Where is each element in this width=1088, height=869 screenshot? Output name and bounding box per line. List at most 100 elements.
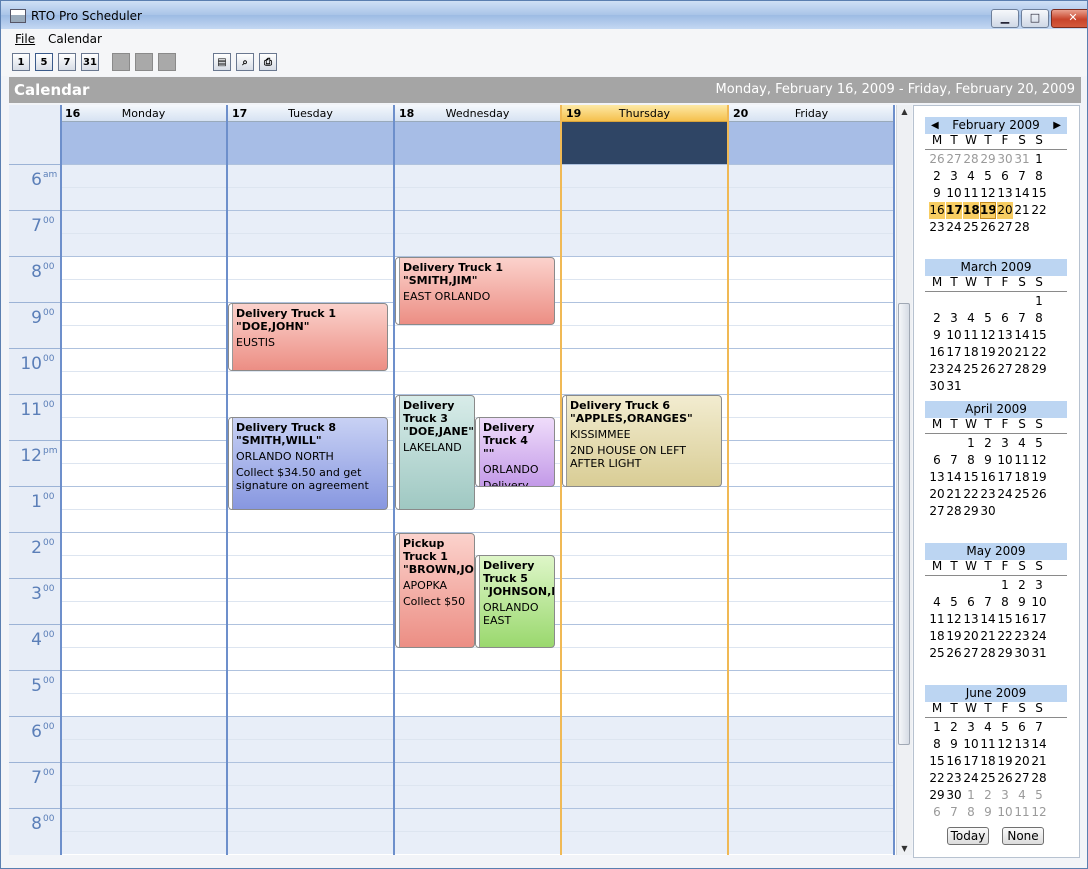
mini-day[interactable]: 17 [946,202,963,219]
today-button[interactable]: Today [947,827,989,845]
mini-day[interactable]: 29 [1031,361,1047,378]
mini-day[interactable]: 3 [997,435,1013,452]
appointment[interactable]: Delivery Truck 6 "APPLES,ORANGES" KISSIMME… [562,395,722,487]
mini-day[interactable]: 2 [929,310,945,327]
mini-day[interactable]: 13 [997,327,1013,344]
mini-day-other-month[interactable]: 8 [963,804,979,821]
mini-day[interactable]: 23 [980,486,996,503]
mini-day[interactable]: 11 [929,611,945,628]
mini-day[interactable]: 11 [1014,452,1030,469]
mini-day[interactable]: 5 [980,168,996,185]
mini-day[interactable]: 27 [997,361,1013,378]
day-header-tuesday[interactable]: 17 Tuesday [228,105,393,122]
mini-day[interactable]: 20 [929,486,945,503]
mini-day[interactable]: 22 [929,770,945,787]
mini-day[interactable]: 1 [997,577,1013,594]
mini-day[interactable]: 14 [1031,736,1047,753]
menu-file[interactable]: File [15,32,35,46]
mini-day[interactable]: 25 [963,361,979,378]
mini-day-other-month[interactable]: 1 [963,787,979,804]
mini-day[interactable]: 27 [929,503,945,520]
mini-day[interactable]: 30 [980,503,996,520]
mini-day[interactable]: 21 [1031,753,1047,770]
mini-day[interactable]: 14 [946,469,962,486]
mini-day[interactable]: 24 [1031,628,1047,645]
mini-day[interactable]: 24 [997,486,1013,503]
page-setup-icon[interactable]: ▤ [213,53,231,71]
mini-day[interactable]: 4 [980,719,996,736]
mini-day[interactable]: 18 [1014,469,1030,486]
appointment[interactable]: Delivery Truck 1 "SMITH,JIM" EAST ORLANDO [395,257,555,325]
appointment[interactable]: Delivery Truck 4 "" ORLANDO Delivery [475,417,555,487]
mini-day[interactable]: 22 [1031,202,1047,219]
mini-day[interactable]: 23 [929,219,945,236]
mini-day[interactable]: 2 [1014,577,1030,594]
mini-day[interactable]: 1 [963,435,979,452]
appointment[interactable]: Delivery Truck 3 "DOE,JANE" LAKELAND [395,395,475,510]
mini-day[interactable]: 3 [946,310,962,327]
mini-day[interactable]: 7 [1031,719,1047,736]
mini-day[interactable]: 8 [929,736,945,753]
mini-day[interactable]: 26 [997,770,1013,787]
mini-day-other-month[interactable]: 4 [1014,787,1030,804]
mini-day[interactable]: 15 [929,753,945,770]
day-header-friday[interactable]: 20 Friday [729,105,894,122]
mini-day-other-month[interactable]: 2 [980,787,996,804]
mini-day[interactable]: 21 [1014,202,1030,219]
mini-day[interactable]: 28 [1031,770,1047,787]
mini-day[interactable]: 26 [980,219,996,236]
mini-day-other-month[interactable]: 7 [946,804,962,821]
scroll-up-arrow[interactable]: ▲ [897,107,912,116]
mini-day[interactable]: 20 [963,628,979,645]
mini-day[interactable]: 22 [1031,344,1047,361]
mini-day[interactable]: 10 [946,327,962,344]
mini-day[interactable]: 8 [997,594,1013,611]
mini-day[interactable]: 22 [997,628,1013,645]
mini-day[interactable]: 18 [963,202,980,219]
mini-day[interactable]: 15 [1031,185,1047,202]
mini-day[interactable]: 10 [963,736,979,753]
copy-icon[interactable] [135,53,153,71]
print-icon[interactable]: ⎙ [259,53,277,71]
mini-day[interactable]: 6 [963,594,979,611]
day-header-wednesday[interactable]: 18 Wednesday [395,105,560,122]
mini-day[interactable]: 1 [929,719,945,736]
menu-calendar[interactable]: Calendar [48,32,102,46]
next-month-arrow[interactable]: ▶ [1053,117,1061,134]
mini-day[interactable]: 16 [946,753,962,770]
mini-day[interactable]: 30 [946,787,962,804]
new-appointment-icon[interactable] [112,53,130,71]
mini-day[interactable]: 20 [1014,753,1030,770]
mini-day[interactable]: 18 [929,628,945,645]
close-button[interactable]: ✕ [1051,9,1087,28]
mini-day[interactable]: 24 [946,361,962,378]
mini-day-other-month[interactable]: 9 [980,804,996,821]
workweek-view-button[interactable]: 5 [35,53,53,71]
mini-day[interactable]: 31 [1031,645,1047,662]
mini-day[interactable]: 27 [1014,770,1030,787]
mini-day[interactable]: 28 [980,645,996,662]
mini-day[interactable]: 26 [980,361,996,378]
appointment[interactable]: Delivery Truck 1 "DOE,JOHN" EUSTIS [228,303,388,371]
mini-day[interactable]: 22 [963,486,979,503]
mini-day[interactable]: 2 [929,168,945,185]
mini-day[interactable]: 17 [963,753,979,770]
mini-day[interactable]: 4 [963,310,979,327]
appointment[interactable]: Delivery Truck 8 "SMITH,WILL" ORLANDO NORT… [228,417,388,510]
mini-day[interactable]: 17 [946,344,962,361]
mini-day[interactable]: 15 [1031,327,1047,344]
mini-day[interactable]: 4 [963,168,979,185]
mini-day[interactable]: 29 [929,787,945,804]
mini-day-other-month[interactable]: 11 [1014,804,1030,821]
mini-day[interactable]: 31 [946,378,962,395]
mini-day[interactable]: 13 [1014,736,1030,753]
mini-day[interactable]: 12 [980,185,996,202]
mini-day[interactable]: 15 [997,611,1013,628]
mini-day[interactable]: 6 [1014,719,1030,736]
mini-day[interactable]: 16 [929,344,945,361]
week-grid[interactable]: 6 am 7 00 8 00 9 00 10 00 11 00 12 pm 1 00 2 00 3 00 4 00 5 00 6… [9,105,896,855]
mini-day[interactable]: 25 [980,770,996,787]
mini-day[interactable]: 20 [997,344,1013,361]
mini-day-other-month[interactable]: 26 [929,151,945,168]
mini-day[interactable]: 7 [1014,168,1030,185]
